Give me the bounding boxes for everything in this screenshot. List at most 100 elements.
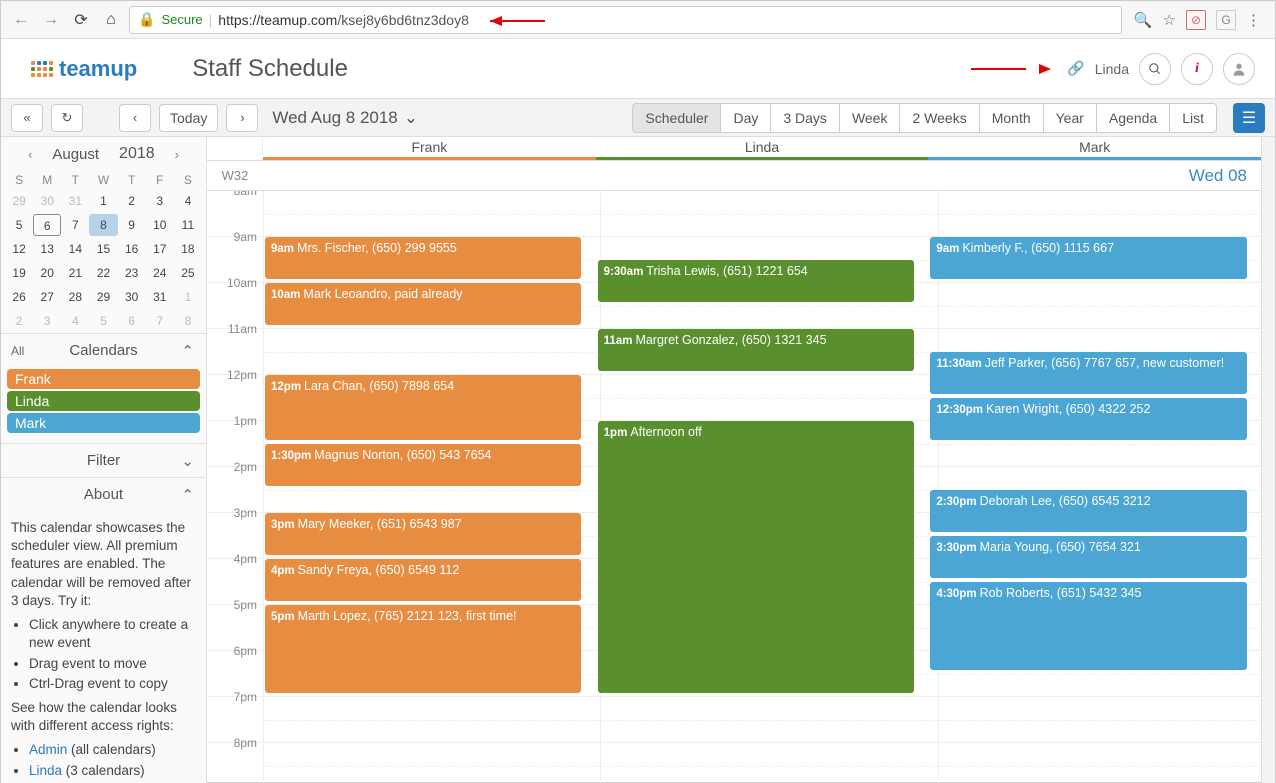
- event[interactable]: 3pmMary Meeker, (651) 6543 987: [265, 513, 581, 555]
- event[interactable]: 10amMark Leoandro, paid already: [265, 283, 581, 325]
- mini-day[interactable]: 8: [174, 310, 202, 332]
- mini-day[interactable]: 24: [146, 262, 174, 284]
- mini-day[interactable]: 2: [5, 310, 33, 332]
- extension-g-icon[interactable]: G: [1216, 10, 1236, 30]
- address-bar[interactable]: 🔒 Secure | https://teamup.com/ksej8y6bd6…: [129, 6, 1122, 34]
- mini-day[interactable]: 15: [89, 238, 117, 260]
- time-slot[interactable]: [938, 283, 1275, 328]
- calendars-section[interactable]: All Calendars ⌃: [1, 333, 206, 367]
- time-slot[interactable]: [263, 329, 600, 374]
- info-button[interactable]: i: [1181, 53, 1213, 85]
- refresh-button[interactable]: ↻: [51, 104, 83, 132]
- view-agenda[interactable]: Agenda: [1096, 103, 1170, 133]
- person-col-mark[interactable]: Mark: [928, 137, 1261, 160]
- person-col-linda[interactable]: Linda: [596, 137, 929, 160]
- home-button[interactable]: ⌂: [99, 8, 123, 32]
- mini-day[interactable]: 30: [118, 286, 146, 308]
- view-year[interactable]: Year: [1043, 103, 1097, 133]
- mini-day[interactable]: 12: [5, 238, 33, 260]
- event[interactable]: 3:30pmMaria Young, (650) 7654 321: [930, 536, 1246, 578]
- time-slot[interactable]: [263, 191, 600, 236]
- extension-icon[interactable]: ⊘: [1186, 10, 1206, 30]
- time-slot[interactable]: [600, 743, 937, 783]
- mini-day[interactable]: 8: [89, 214, 117, 236]
- time-slot[interactable]: [600, 697, 937, 742]
- view-scheduler[interactable]: Scheduler: [632, 103, 721, 133]
- access-link[interactable]: Admin: [29, 742, 67, 757]
- user-name[interactable]: Linda: [1095, 61, 1129, 77]
- time-slot[interactable]: [600, 375, 937, 420]
- zoom-icon[interactable]: 🔍: [1134, 11, 1153, 29]
- calendar-linda[interactable]: Linda: [7, 391, 200, 411]
- mini-day[interactable]: 28: [61, 286, 89, 308]
- mini-day[interactable]: 14: [61, 238, 89, 260]
- mini-day[interactable]: 4: [174, 190, 202, 212]
- time-slot[interactable]: [938, 743, 1275, 783]
- mini-day[interactable]: 21: [61, 262, 89, 284]
- browser-menu-icon[interactable]: ⋮: [1246, 11, 1261, 29]
- forward-button[interactable]: →: [39, 8, 63, 32]
- mini-day[interactable]: 30: [33, 190, 61, 212]
- next-month-button[interactable]: ›: [175, 147, 179, 162]
- event[interactable]: 4pmSandy Freya, (650) 6549 112: [265, 559, 581, 601]
- view-3days[interactable]: 3 Days: [770, 103, 840, 133]
- event[interactable]: 9:30amTrisha Lewis, (651) 1221 654: [598, 260, 914, 302]
- mini-day[interactable]: 7: [61, 214, 89, 236]
- time-slot[interactable]: [938, 697, 1275, 742]
- time-slot[interactable]: [600, 191, 937, 236]
- time-slot[interactable]: [938, 191, 1275, 236]
- mini-day[interactable]: 2: [118, 190, 146, 212]
- view-week[interactable]: Week: [839, 103, 901, 133]
- prev-day-button[interactable]: ‹: [119, 104, 151, 132]
- person-col-frank[interactable]: Frank: [263, 137, 596, 160]
- mini-day[interactable]: 1: [89, 190, 117, 212]
- event[interactable]: 12pmLara Chan, (650) 7898 654: [265, 375, 581, 440]
- calendar-frank[interactable]: Frank: [7, 369, 200, 389]
- event[interactable]: 11:30amJeff Parker, (656) 7767 657, new …: [930, 352, 1246, 394]
- mini-day[interactable]: 5: [5, 214, 33, 236]
- time-slot[interactable]: [263, 743, 600, 783]
- event[interactable]: 1pmAfternoon off: [598, 421, 914, 693]
- date-picker[interactable]: Wed Aug 8 2018 ⌄: [272, 108, 418, 128]
- event[interactable]: 4:30pmRob Roberts, (651) 5432 345: [930, 582, 1246, 670]
- mini-day[interactable]: 26: [5, 286, 33, 308]
- event[interactable]: 9amKimberly F., (650) 1115 667: [930, 237, 1246, 279]
- mini-day[interactable]: 6: [33, 214, 61, 236]
- time-slot[interactable]: [263, 697, 600, 742]
- mini-day[interactable]: 13: [33, 238, 61, 260]
- mini-day[interactable]: 1: [174, 286, 202, 308]
- mini-day[interactable]: 5: [89, 310, 117, 332]
- about-section[interactable]: About ⌃: [1, 477, 206, 511]
- event[interactable]: 9amMrs. Fischer, (650) 299 9555: [265, 237, 581, 279]
- scrollbar[interactable]: [1261, 137, 1275, 783]
- mini-day[interactable]: 6: [118, 310, 146, 332]
- mini-day[interactable]: 10: [146, 214, 174, 236]
- star-icon[interactable]: ☆: [1163, 11, 1176, 29]
- mini-day[interactable]: 31: [146, 286, 174, 308]
- today-button[interactable]: Today: [159, 104, 218, 132]
- view-list[interactable]: List: [1169, 103, 1217, 133]
- calendar-mark[interactable]: Mark: [7, 413, 200, 433]
- time-grid[interactable]: 8am9am10am11am12pm1pm2pm3pm4pm5pm6pm7pm8…: [207, 191, 1275, 783]
- reload-button[interactable]: ⟳: [69, 8, 93, 32]
- logo[interactable]: teamup: [31, 56, 137, 82]
- mini-day[interactable]: 11: [174, 214, 202, 236]
- mini-day[interactable]: 16: [118, 238, 146, 260]
- main-menu-button[interactable]: ☰: [1233, 103, 1265, 133]
- event[interactable]: 12:30pmKaren Wright, (650) 4322 252: [930, 398, 1246, 440]
- next-day-button[interactable]: ›: [226, 104, 258, 132]
- mini-day[interactable]: 20: [33, 262, 61, 284]
- mini-day[interactable]: 19: [5, 262, 33, 284]
- view-month[interactable]: Month: [979, 103, 1044, 133]
- mini-day[interactable]: 31: [61, 190, 89, 212]
- event[interactable]: 11amMargret Gonzalez, (650) 1321 345: [598, 329, 914, 371]
- mini-day[interactable]: 9: [118, 214, 146, 236]
- filter-section[interactable]: Filter ⌄: [1, 443, 206, 477]
- mini-day[interactable]: 17: [146, 238, 174, 260]
- back-button[interactable]: ←: [9, 8, 33, 32]
- view-day[interactable]: Day: [720, 103, 771, 133]
- access-link[interactable]: Linda: [29, 763, 62, 778]
- event[interactable]: 5pmMarth Lopez, (765) 2121 123, first ti…: [265, 605, 581, 693]
- mini-day[interactable]: 25: [174, 262, 202, 284]
- mini-day[interactable]: 23: [118, 262, 146, 284]
